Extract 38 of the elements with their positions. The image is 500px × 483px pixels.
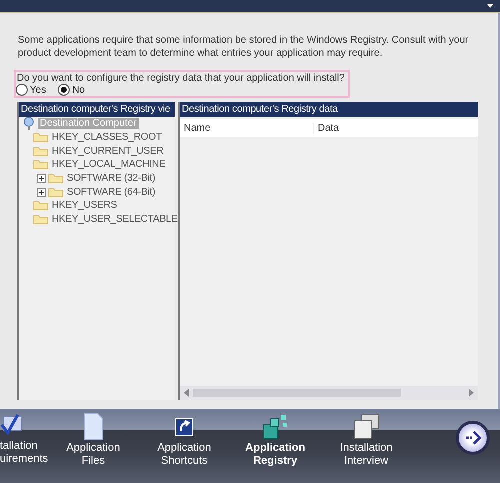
folder-icon <box>48 173 64 184</box>
folder-icon <box>33 200 49 212</box>
column-header[interactable]: Name <box>180 122 314 134</box>
computer-icon <box>23 117 36 130</box>
radio-option[interactable]: Yes <box>16 84 46 96</box>
next-arrow-icon <box>464 430 482 446</box>
wizard-step-button[interactable]: Installation Interview <box>321 413 412 467</box>
tree-item[interactable]: HKEY_USER_SELECTABLE <box>52 214 178 226</box>
tree-item[interactable]: SOFTWARE (64-Bit) <box>67 186 156 198</box>
wizard-step-button[interactable]: Application Files <box>48 413 139 467</box>
pane-title: Destination computer's Registry data <box>180 102 478 117</box>
column-header[interactable]: Data <box>314 122 478 134</box>
document-icon <box>82 413 104 441</box>
expand-icon[interactable] <box>37 174 46 184</box>
tree-item[interactable]: HKEY_USERS <box>52 200 118 212</box>
intro-text: Some applications require that some information be stored in the Windows Registry. Consult with your product development team to determine what entries your application may require. <box>18 34 470 60</box>
wizard-step-button[interactable]: Application Shortcuts <box>139 413 230 467</box>
expand-icon[interactable] <box>37 188 46 197</box>
question-label: Do you want to configure the registry data that your application will install? <box>17 73 346 84</box>
tree-item[interactable]: HKEY_LOCAL_MACHINE <box>52 159 166 170</box>
horizontal-scrollbar[interactable] <box>180 386 478 400</box>
dropdown-arrow-icon[interactable] <box>487 4 494 8</box>
wizard-step-button[interactable]: tallation uirements <box>0 413 48 465</box>
tree-item[interactable]: HKEY_CLASSES_ROOT <box>52 132 162 144</box>
folder-icon <box>48 186 64 198</box>
folder-icon <box>33 159 49 170</box>
next-button[interactable] <box>456 421 490 455</box>
folder-icon <box>33 132 49 144</box>
scroll-left-icon[interactable] <box>184 389 189 397</box>
tree-item[interactable]: SOFTWARE (32-Bit) <box>67 173 156 184</box>
folder-icon <box>33 214 49 226</box>
folder-icon <box>33 146 49 157</box>
wizard-step-button[interactable]: Application Registry <box>230 413 321 467</box>
scroll-right-icon[interactable] <box>469 389 474 397</box>
radio-option[interactable]: No <box>58 84 86 96</box>
tree-item[interactable]: HKEY_CURRENT_USER <box>52 146 164 157</box>
windows-icon <box>352 413 382 441</box>
pane-title: Destination computer's Registry vie <box>19 102 175 117</box>
